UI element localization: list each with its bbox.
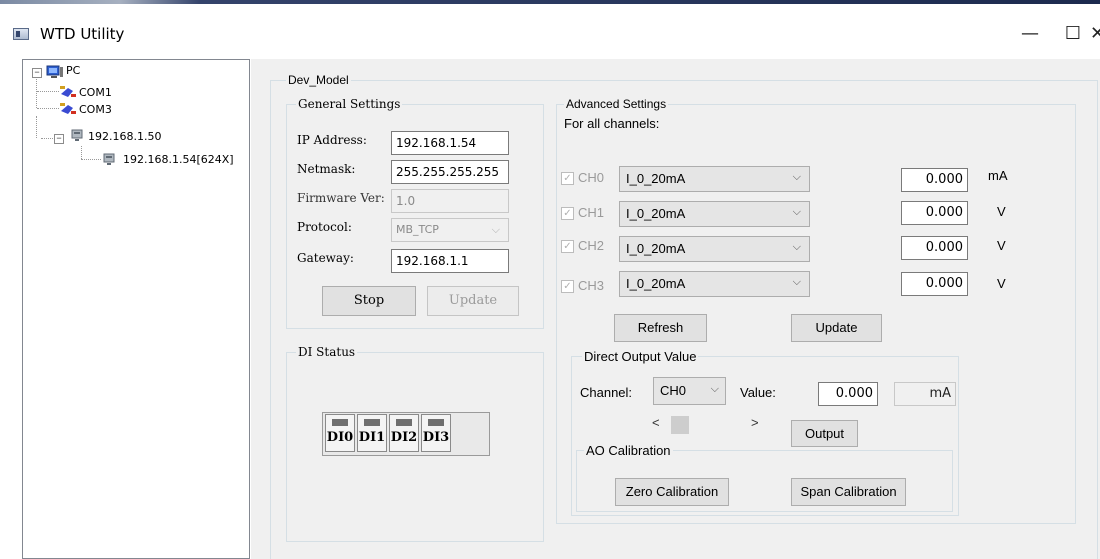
- protocol-value: MB_TCP: [396, 223, 439, 236]
- direct-channel-select[interactable]: CH0 ⌵: [653, 377, 726, 405]
- channel-label: Channel:: [580, 385, 633, 400]
- ch1-checkbox: ✓: [561, 207, 574, 220]
- collapse-ip-toggle[interactable]: −: [54, 134, 64, 144]
- ch0-value-input[interactable]: 0.000: [901, 168, 968, 192]
- dev-model-label: Dev_Model: [286, 73, 351, 87]
- di-status-title: DI Status: [296, 345, 358, 359]
- chevron-down-icon: ⌵: [792, 276, 801, 288]
- ch3-value-input[interactable]: 0.000: [901, 272, 968, 296]
- network-device-icon: [71, 129, 83, 141]
- title-bar: [0, 4, 1100, 58]
- di2-indicator: DI2: [389, 414, 419, 452]
- ch2-range-value: I_0_20mA: [626, 241, 686, 256]
- firmware-field: 1.0: [391, 189, 509, 213]
- tree-item-pc[interactable]: PC: [66, 64, 80, 77]
- ch3-label: CH3: [578, 278, 605, 293]
- scroll-left-arrow[interactable]: <: [652, 415, 660, 430]
- ao-calibration-title: AO Calibration: [584, 443, 673, 458]
- direct-value-input[interactable]: 0.000: [818, 382, 878, 406]
- ip-address-input[interactable]: 192.168.1.54: [391, 131, 509, 155]
- stop-button[interactable]: Stop: [322, 286, 416, 316]
- ch0-unit: mA: [988, 168, 1008, 183]
- ch2-range-select[interactable]: I_0_20mA ⌵: [619, 236, 810, 262]
- general-settings-title: General Settings: [296, 97, 403, 111]
- firmware-label: Firmware Ver:: [297, 191, 385, 205]
- ch3-unit: V: [997, 276, 1006, 291]
- network-device-icon: [103, 153, 115, 165]
- protocol-label: Protocol:: [297, 220, 352, 234]
- collapse-pc-toggle[interactable]: −: [32, 68, 42, 78]
- scroll-thumb[interactable]: [671, 416, 689, 434]
- tree-item-com1[interactable]: COM1: [79, 86, 112, 99]
- scroll-right-arrow[interactable]: >: [751, 415, 759, 430]
- tree-item-com3[interactable]: COM3: [79, 103, 112, 116]
- update-advanced-button[interactable]: Update: [791, 314, 882, 342]
- direct-output-title: Direct Output Value: [582, 349, 699, 364]
- computer-icon: [46, 65, 63, 78]
- ch1-range-select[interactable]: I_0_20mA ⌵: [619, 201, 810, 227]
- ch0-checkbox: ✓: [561, 172, 574, 185]
- span-calibration-button[interactable]: Span Calibration: [791, 478, 906, 506]
- netmask-input[interactable]: 255.255.255.255: [391, 160, 509, 184]
- ch1-value-input[interactable]: 0.000: [901, 201, 968, 225]
- serial-port-icon: [60, 103, 76, 114]
- device-tree[interactable]: − PC COM1 COM3 − 192.168.1.50 192.168.1.…: [22, 59, 250, 559]
- refresh-button[interactable]: Refresh: [614, 314, 707, 342]
- maximize-button[interactable]: ☐: [1055, 20, 1091, 48]
- di-indicator-panel: DI0 DI1 DI2 DI3: [322, 412, 490, 456]
- chevron-down-icon: ⌵: [491, 223, 500, 236]
- netmask-label: Netmask:: [297, 162, 356, 176]
- di3-indicator: DI3: [421, 414, 451, 452]
- chevron-down-icon: ⌵: [710, 383, 719, 395]
- chevron-down-icon: ⌵: [792, 206, 801, 218]
- ch3-checkbox: ✓: [561, 280, 574, 293]
- ch0-range-select[interactable]: I_0_20mA ⌵: [619, 166, 810, 192]
- chevron-down-icon: ⌵: [792, 241, 801, 253]
- app-icon: [13, 28, 29, 40]
- for-all-channels-label: For all channels:: [564, 116, 660, 131]
- tree-item-ip-50[interactable]: 192.168.1.50: [88, 130, 161, 143]
- zero-calibration-button[interactable]: Zero Calibration: [615, 478, 729, 506]
- ch1-unit: V: [997, 204, 1006, 219]
- gateway-label: Gateway:: [297, 251, 354, 265]
- value-label: Value:: [740, 385, 776, 400]
- di0-indicator: DI0: [325, 414, 355, 452]
- ch0-range-value: I_0_20mA: [626, 171, 686, 186]
- direct-channel-value: CH0: [660, 383, 687, 398]
- ch3-range-value: I_0_20mA: [626, 276, 686, 291]
- ch3-range-select[interactable]: I_0_20mA ⌵: [619, 271, 810, 297]
- advanced-settings-title: Advanced Settings: [564, 97, 669, 111]
- serial-port-icon: [60, 86, 76, 97]
- tree-item-ip-54[interactable]: 192.168.1.54[624X]: [123, 153, 234, 166]
- direct-unit-field: mA: [894, 382, 956, 406]
- update-general-button: Update: [427, 286, 519, 316]
- close-button[interactable]: ✕: [1090, 20, 1100, 48]
- window-title: WTD Utility: [40, 25, 125, 43]
- ch2-value-input[interactable]: 0.000: [901, 236, 968, 260]
- ch1-range-value: I_0_20mA: [626, 206, 686, 221]
- output-button[interactable]: Output: [791, 420, 858, 447]
- ch2-checkbox: ✓: [561, 240, 574, 253]
- ch2-label: CH2: [578, 238, 605, 253]
- ip-address-label: IP Address:: [297, 133, 367, 147]
- gateway-input[interactable]: 192.168.1.1: [391, 249, 509, 273]
- protocol-select: MB_TCP ⌵: [391, 218, 509, 242]
- output-scrollbar[interactable]: < >: [651, 413, 771, 435]
- chevron-down-icon: ⌵: [792, 171, 801, 183]
- ch2-unit: V: [997, 238, 1006, 253]
- di1-indicator: DI1: [357, 414, 387, 452]
- ch1-label: CH1: [578, 205, 605, 220]
- ch0-label: CH0: [578, 170, 605, 185]
- minimize-button[interactable]: —: [1010, 20, 1050, 48]
